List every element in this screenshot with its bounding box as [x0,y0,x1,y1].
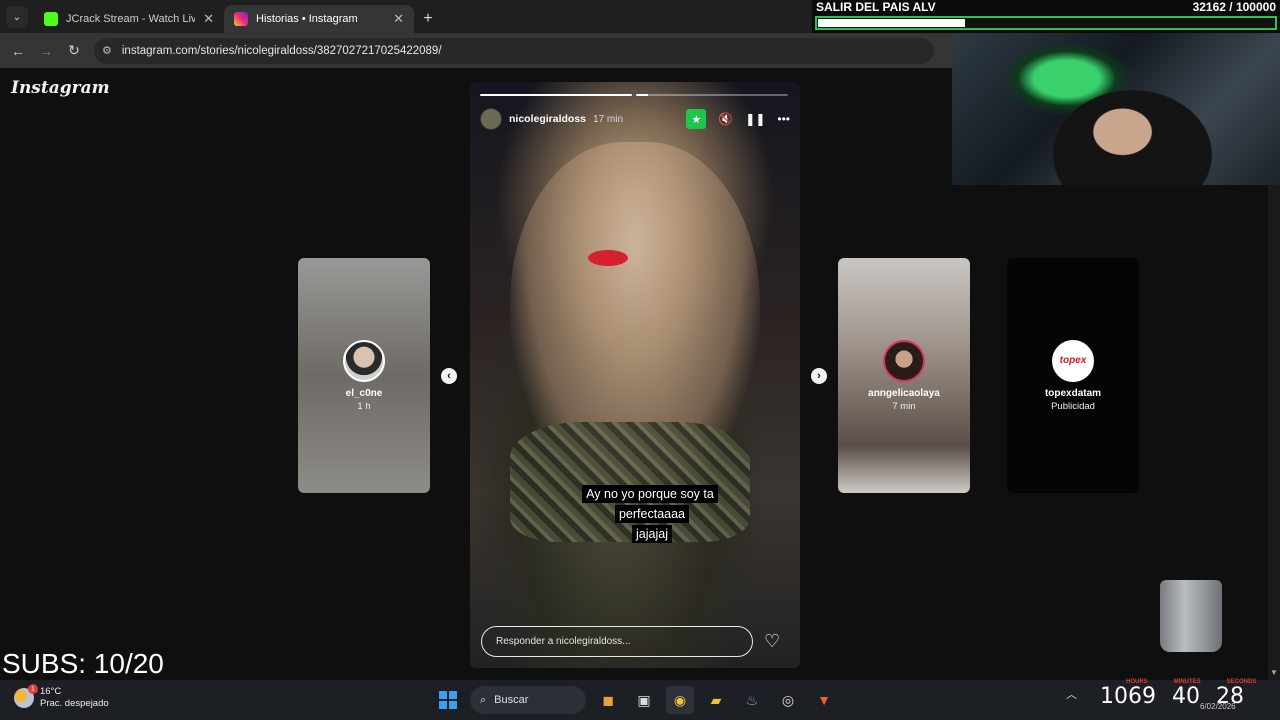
avatar [343,339,385,382]
tab-instagram-stories[interactable]: Historias • Instagram ✕ [224,5,414,33]
system-tray: ︿ [1066,686,1077,702]
caption-line: Ay no yo porque soy ta perfectaaaa [582,485,718,523]
temperature: 16°C [40,686,62,697]
notification-badge: 1 [28,684,38,694]
windows-logo-icon [439,691,457,709]
file-explorer-icon[interactable]: ▰ [702,686,730,714]
previous-story-icon[interactable]: ‹ [441,368,457,384]
tab-search-button[interactable]: ⌄ [6,6,28,28]
caption-line: jajajaj [632,525,672,543]
active-story[interactable]: nicolegiraldoss 17 min ★ 🔇 ❚❚ ••• Ay no … [470,82,800,668]
avatar[interactable] [480,108,502,130]
story-card-topexdatam[interactable]: topex topexdatam Publicidad [1007,258,1139,493]
scroll-down-icon[interactable]: ▼ [1270,668,1278,677]
windows-taskbar: 1 16°C Prac. despejado ⌕ Buscar ◼ ▣ ◉ ▰ … [0,680,1280,720]
timer-hours: 1069 [1100,684,1156,709]
topex-logo: topex [1052,339,1094,382]
story-card-time: 1 h [357,400,371,412]
like-heart-icon[interactable]: ♡ [764,631,780,652]
goal-count: 32162 / 100000 [1192,0,1276,14]
story-photo-detail [588,250,628,266]
steam-app-icon[interactable]: ♨ [738,686,766,714]
widgets-app-icon[interactable]: ◼ [594,686,622,714]
forward-button[interactable]: → [32,37,60,65]
tab-title: Historias • Instagram [256,13,358,25]
streamer-webcam [952,33,1280,185]
address-bar[interactable]: ⚙ instagram.com/stories/nicolegiraldoss/… [94,37,934,64]
story-card-username: topexdatam [1044,387,1102,399]
tab-title: JCrack Stream - Watch Live on K [66,13,196,25]
instagram-favicon-icon [234,12,248,26]
show-hidden-icons-icon[interactable]: ︿ [1066,686,1077,702]
story-card-username: el_c0ne [345,387,383,399]
goal-progress-fill [818,19,965,27]
taskbar-apps: ⌕ Buscar ◼ ▣ ◉ ▰ ♨ ◎ ▼ [434,686,838,714]
goal-title: SALIR DEL PAIS ALV [816,0,936,14]
brave-app-icon[interactable]: ▼ [810,686,838,714]
avatar [883,339,925,382]
reply-input[interactable]: Responder a nicolegiraldoss... [481,626,753,657]
story-caption: Ay no yo porque soy ta perfectaaaa jajaj… [550,484,754,544]
progress-segment [636,94,788,96]
start-button[interactable] [434,686,462,714]
kick-favicon-icon [44,12,58,26]
mute-icon[interactable]: 🔇 [718,112,733,126]
taskbar-search[interactable]: ⌕ Buscar [470,686,586,714]
glass-overlay-image [1160,580,1222,652]
goal-progress-bar [815,16,1277,30]
new-tab-button[interactable]: + [414,5,442,33]
close-friends-star-icon: ★ [686,109,707,129]
url-text: instagram.com/stories/nicolegiraldoss/38… [121,44,442,57]
instagram-logo[interactable]: Instagram [11,78,110,98]
weather-description: Prac. despejado [40,698,109,709]
tab-jcrack-stream[interactable]: JCrack Stream - Watch Live on K ✕ [34,5,224,33]
story-card-time: 7 min [892,400,916,412]
obs-app-icon[interactable]: ◎ [774,686,802,714]
chrome-app-icon[interactable]: ◉ [666,686,694,714]
progress-segment [480,94,632,96]
reload-button[interactable]: ↻ [60,37,88,65]
subs-counter: SUBS: 10/20 [2,648,164,679]
back-button[interactable]: ← [4,37,32,65]
donation-goal-overlay: SALIR DEL PAIS ALV 32162 / 100000 [812,0,1280,33]
more-options-icon[interactable]: ••• [777,112,790,126]
weather-widget[interactable]: 1 16°C Prac. despejado [14,684,109,710]
close-tab-icon[interactable]: ✕ [393,11,404,27]
search-label: Buscar [494,694,529,706]
site-info-icon[interactable]: ⚙ [102,44,112,57]
story-card-username: anngelicaolaya [868,387,940,399]
story-card-anngelicaolaya[interactable]: anngelicaolaya 7 min [838,258,970,493]
story-progress-bar [480,94,788,96]
sponsored-label: Publicidad [1051,400,1095,412]
system-date: 6/02/2026 [1200,702,1236,711]
weather-partly-cloudy-icon: 1 [14,684,38,708]
story-header: nicolegiraldoss 17 min ★ 🔇 ❚❚ ••• [480,106,790,132]
close-tab-icon[interactable]: ✕ [203,11,214,27]
pause-icon[interactable]: ❚❚ [745,112,765,126]
story-username[interactable]: nicolegiraldoss [509,113,586,125]
reply-placeholder: Responder a nicolegiraldoss... [496,636,631,647]
story-time: 17 min [593,113,624,125]
search-icon: ⌕ [480,693,487,706]
timer-minutes: 40 [1172,684,1200,709]
story-card-el-c0ne[interactable]: el_c0ne 1 h [298,258,430,493]
task-view-icon[interactable]: ▣ [630,686,658,714]
next-story-icon[interactable]: › [811,368,827,384]
